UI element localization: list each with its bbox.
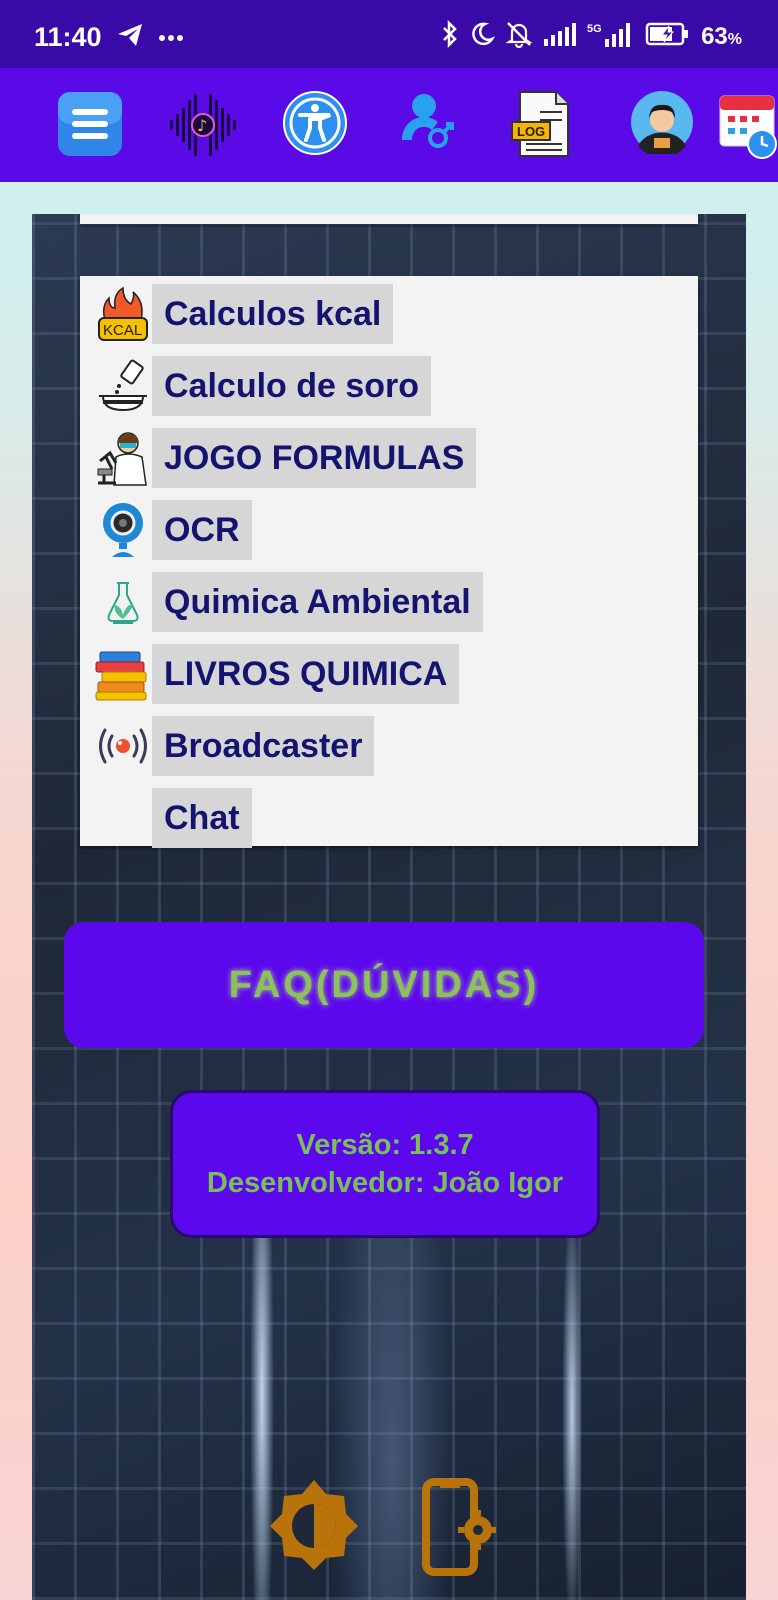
- menu-item-label: Chat: [152, 788, 252, 848]
- eco-flask-icon: [94, 573, 152, 631]
- menu-item-jogo-formulas[interactable]: JOGO FORMULAS: [94, 428, 477, 488]
- developer-text: Desenvolvedor: João Igor: [206, 1167, 564, 1199]
- menu-list: KCAL Calculos kcal Calculo de soro JOGO …: [80, 276, 698, 848]
- battery-charging-icon: [645, 22, 691, 51]
- app-info-card: Versão: 1.3.7 Desenvolvedor: João Igor: [170, 1090, 600, 1238]
- menu-item-broadcaster[interactable]: Broadcaster: [94, 716, 375, 776]
- accessibility-icon[interactable]: [282, 90, 352, 160]
- menu-item-livros-quimica[interactable]: LIVROS QUIMICA: [94, 644, 460, 704]
- svg-text:♪: ♪: [197, 116, 207, 135]
- scientist-microscope-icon: [94, 429, 152, 487]
- menu-item-calculo-de-soro[interactable]: Calculo de soro: [94, 356, 432, 416]
- serum-bottle-icon: [94, 357, 152, 415]
- faq-label: FAQ(DÚVIDAS): [228, 963, 540, 1006]
- menu-item-label: JOGO FORMULAS: [152, 428, 477, 488]
- user-gender-icon[interactable]: [398, 90, 468, 160]
- menu-item-label: Calculo de soro: [152, 356, 432, 416]
- bluetooth-icon: [441, 19, 459, 53]
- brightness-icon[interactable]: [266, 1474, 362, 1579]
- music-wave-icon[interactable]: ♪: [168, 90, 238, 160]
- avatar[interactable]: [630, 90, 700, 160]
- broadcast-icon: [94, 717, 152, 775]
- faq-button[interactable]: FAQ(DÚVIDAS): [64, 922, 704, 1048]
- signal-icon: [543, 22, 577, 51]
- battery-percent: 63%: [701, 22, 742, 50]
- kcal-icon-label: KCAL: [103, 322, 142, 339]
- 5g-signal-icon: 5G: [587, 21, 635, 52]
- menu-item-label: Quimica Ambiental: [152, 572, 483, 632]
- bell-off-icon: [505, 20, 533, 53]
- webcam-icon: [94, 501, 152, 559]
- content-panel: KCAL Calculos kcal Calculo de soro JOGO …: [32, 214, 746, 1600]
- previous-card-edge: [80, 214, 698, 224]
- kcal-fire-icon: KCAL: [94, 285, 152, 343]
- status-time: 11:40: [34, 22, 102, 52]
- status-bar: 11:40 5G 63%: [0, 0, 778, 68]
- menu-item-chat[interactable]: Chat: [94, 788, 252, 848]
- svg-text:5G: 5G: [587, 23, 602, 35]
- menu-item-label: Calculos kcal: [152, 284, 394, 344]
- version-text: Versão: 1.3.7: [296, 1129, 474, 1161]
- chat-icon-placeholder: [94, 789, 152, 847]
- moon-icon: [469, 21, 496, 52]
- menu-item-label: OCR: [152, 500, 252, 560]
- menu-item-quimica-ambiental[interactable]: Quimica Ambiental: [94, 572, 483, 632]
- menu-item-label: Broadcaster: [152, 716, 375, 776]
- more-dots-icon: [158, 29, 184, 47]
- telegram-icon: [116, 22, 144, 53]
- log-file-label: LOG: [517, 124, 545, 139]
- calendar-clock-icon[interactable]: [718, 90, 778, 160]
- toolbar: ♪ LOG: [0, 68, 778, 182]
- phone-settings-icon[interactable]: [422, 1478, 498, 1583]
- menu-item-ocr[interactable]: OCR: [94, 500, 252, 560]
- menu-item-calculos-kcal[interactable]: KCAL Calculos kcal: [94, 284, 394, 344]
- menu-item-label: LIVROS QUIMICA: [152, 644, 460, 704]
- menu-icon[interactable]: [56, 90, 126, 160]
- books-icon: [94, 645, 152, 703]
- log-file-icon[interactable]: LOG: [510, 90, 580, 160]
